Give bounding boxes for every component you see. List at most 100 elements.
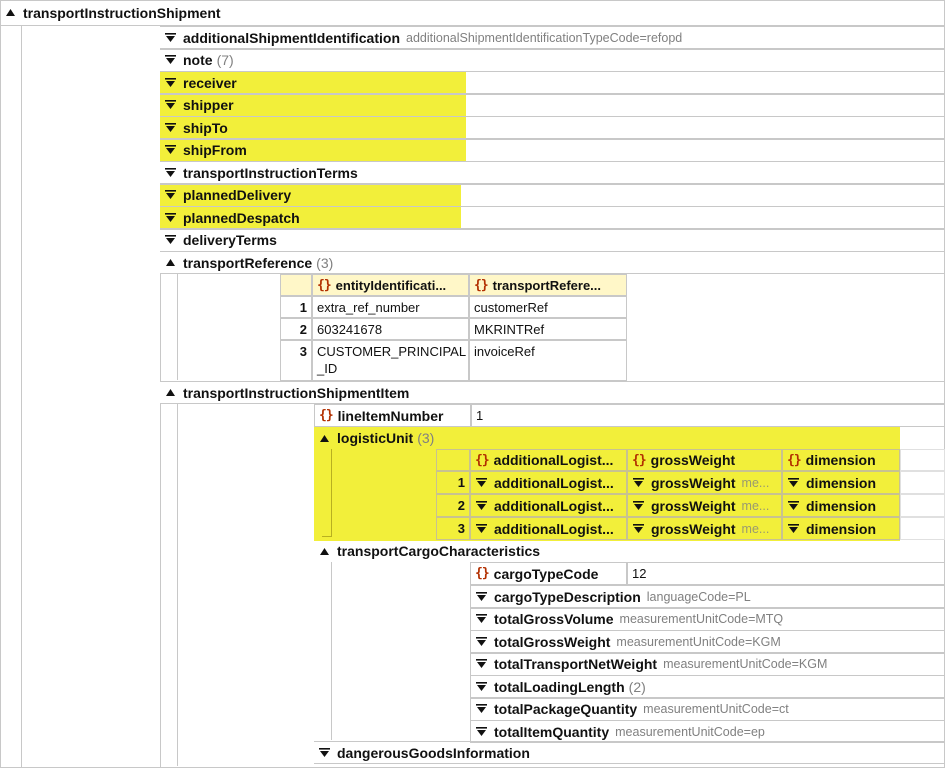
expand-arrow-icon[interactable] [164, 121, 177, 134]
expand-arrow-icon[interactable] [632, 522, 645, 535]
table-cell[interactable]: additionalLogist... [470, 517, 627, 540]
element-brace-icon: {} [319, 408, 334, 423]
expand-arrow-icon[interactable] [475, 590, 488, 603]
table-cell[interactable]: extra_ref_number [312, 296, 469, 318]
table-cell[interactable]: dimension [782, 517, 900, 540]
tree-node[interactable]: additionalShipmentIdentification addition… [160, 26, 945, 49]
table-cell[interactable]: 603241678 [312, 318, 469, 340]
expand-arrow-icon[interactable] [632, 476, 645, 489]
tree-guide-line [21, 26, 22, 768]
tree-node-label: transportInstructionTerms [183, 164, 358, 181]
cargo-item-label: totalGrossVolume [494, 611, 614, 627]
expand-arrow-icon[interactable] [632, 499, 645, 512]
tree-node[interactable]: plannedDespatch [160, 206, 945, 229]
cargo-item-node[interactable]: cargoTypeDescription languageCode=PL [470, 585, 945, 608]
root-node[interactable]: transportInstructionShipment [0, 0, 945, 26]
expand-arrow-icon[interactable] [475, 725, 488, 738]
tree-node[interactable]: receiver [160, 71, 945, 94]
expand-arrow-icon[interactable] [164, 54, 177, 67]
cargo-item-node[interactable]: totalGrossVolume measurementUnitCode=MTQ [470, 607, 945, 631]
shipment-item-node[interactable]: transportInstructionShipmentItem [160, 381, 945, 404]
expand-arrow-icon[interactable] [164, 189, 177, 202]
element-brace-icon: {} [475, 566, 490, 581]
empty-cell [900, 449, 945, 471]
table-cell[interactable]: grossWeight me... [627, 517, 782, 540]
expand-arrow-icon[interactable] [787, 476, 800, 489]
table-cell[interactable]: MKRINTRef [469, 318, 627, 340]
empty-cell [900, 471, 945, 494]
dangerous-goods-node[interactable]: dangerousGoodsInformation [314, 741, 945, 764]
tree-node[interactable]: shipFrom [160, 138, 945, 162]
column-header[interactable]: {} dimension [782, 449, 900, 471]
expand-arrow-icon[interactable] [475, 522, 488, 535]
expand-arrow-icon[interactable] [164, 166, 177, 179]
collapse-arrow-icon[interactable] [164, 386, 177, 399]
cargo-item-label: totalPackageQuantity [494, 701, 638, 717]
cargo-item-node[interactable]: totalTransportNetWeight measurementUnitCo… [470, 652, 945, 676]
cell-text: _ID [317, 361, 338, 376]
cell-attribute: me... [741, 475, 770, 490]
tree-node[interactable]: note (7) [160, 48, 945, 72]
transport-reference-count: (3) [316, 254, 334, 271]
tree-guide-line [322, 536, 332, 537]
collapse-arrow-icon[interactable] [4, 6, 17, 19]
cargo-item-node[interactable]: totalLoadingLength (2) [470, 675, 945, 698]
expand-arrow-icon[interactable] [164, 144, 177, 157]
expand-arrow-icon[interactable] [475, 635, 488, 648]
table-cell[interactable]: dimension [782, 494, 900, 517]
line-item-number-value[interactable]: 1 [471, 404, 945, 427]
table-cell[interactable]: invoiceRef [469, 340, 627, 381]
table-cell[interactable]: additionalLogist... [470, 471, 627, 494]
table-cell[interactable]: dimension [782, 471, 900, 494]
column-header[interactable]: {} grossWeight [627, 449, 782, 471]
cargo-item-attribute: measurementUnitCode=KGM [663, 657, 828, 671]
expand-arrow-icon[interactable] [164, 211, 177, 224]
collapse-arrow-icon[interactable] [164, 256, 177, 269]
column-header[interactable]: {} additionalLogist... [470, 449, 627, 471]
tree-node[interactable]: deliveryTerms [160, 228, 945, 252]
expand-arrow-icon[interactable] [164, 99, 177, 112]
cargo-item-count: (2) [628, 678, 646, 695]
expand-arrow-icon[interactable] [787, 499, 800, 512]
expand-arrow-icon[interactable] [475, 703, 488, 716]
column-header[interactable]: {} entityIdentificati... [312, 274, 469, 296]
tree-node[interactable]: shipTo [160, 116, 945, 139]
transport-reference-node[interactable]: transportReference (3) [160, 251, 945, 274]
cargo-characteristics-node[interactable]: transportCargoCharacteristics [314, 540, 945, 562]
cargo-item-label: totalTransportNetWeight [494, 656, 658, 672]
expand-arrow-icon[interactable] [787, 522, 800, 535]
collapse-arrow-icon[interactable] [318, 545, 331, 558]
expand-arrow-icon[interactable] [164, 31, 177, 44]
element-brace-icon: {} [475, 452, 490, 468]
expand-arrow-icon[interactable] [475, 680, 488, 693]
table-cell[interactable]: customerRef [469, 296, 627, 318]
cell-label: grossWeight [651, 474, 736, 491]
expand-arrow-icon[interactable] [475, 476, 488, 489]
tree-node[interactable]: shipper [160, 93, 945, 117]
logistic-unit-node[interactable]: logisticUnit (3) [314, 427, 900, 449]
tree-node[interactable]: transportInstructionTerms [160, 161, 945, 184]
expand-arrow-icon[interactable] [475, 499, 488, 512]
expand-arrow-icon[interactable] [475, 613, 488, 626]
tree-guide-line [160, 404, 161, 768]
table-cell[interactable]: CUSTOMER_PRINCIPAL _ID [312, 340, 469, 381]
expand-arrow-icon[interactable] [475, 658, 488, 671]
cargo-characteristics-label: transportCargoCharacteristics [337, 543, 541, 559]
element-brace-icon: {} [787, 452, 802, 468]
table-cell[interactable]: grossWeight me... [627, 471, 782, 494]
collapse-arrow-icon[interactable] [318, 432, 331, 445]
root-label: transportInstructionShipment [23, 4, 221, 21]
expand-arrow-icon[interactable] [164, 234, 177, 247]
cargo-item-node[interactable]: totalPackageQuantity measurementUnitCode=… [470, 697, 945, 721]
cargo-item-node[interactable]: totalGrossWeight measurementUnitCode=KGM [470, 630, 945, 653]
table-cell[interactable]: grossWeight me... [627, 494, 782, 517]
column-header[interactable]: {} transportRefere... [469, 274, 627, 296]
cargo-type-code-label-cell: {} cargoTypeCode [470, 562, 627, 585]
expand-arrow-icon[interactable] [318, 746, 331, 759]
cargo-type-code-value[interactable]: 12 [627, 562, 945, 585]
tree-node[interactable]: plannedDelivery [160, 183, 945, 207]
expand-arrow-icon[interactable] [164, 76, 177, 89]
table-cell[interactable]: additionalLogist... [470, 494, 627, 517]
cargo-item-node[interactable]: totalItemQuantity measurementUnitCode=ep [470, 720, 945, 743]
empty-cell [900, 494, 945, 517]
